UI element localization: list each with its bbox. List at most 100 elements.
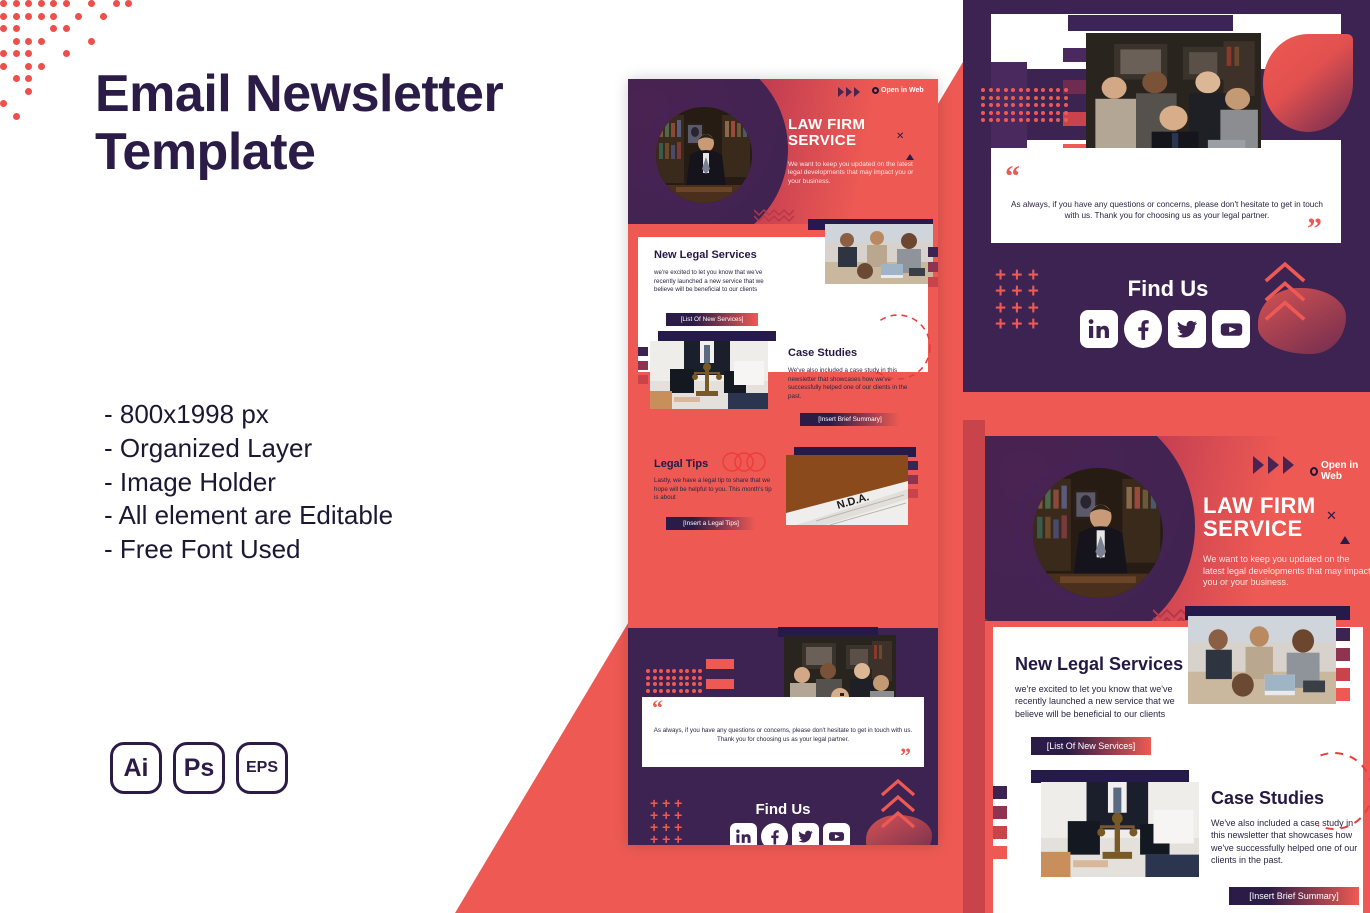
p3-side-chip (993, 846, 1007, 859)
p3-cta-insert-brief-summary[interactable]: [Insert Brief Summary] (1229, 887, 1359, 905)
preview-hero: Open in Web LAW FIRM SERVICE ✕ We want t… (628, 79, 938, 224)
youtube-icon[interactable] (823, 823, 850, 845)
dot (685, 682, 689, 686)
dot (672, 669, 676, 673)
p3-dashed-circle-decoration (1318, 750, 1370, 832)
linkedin-icon[interactable] (730, 823, 757, 845)
dot (989, 111, 993, 115)
quote-close-icon: ” (900, 743, 911, 769)
hero-photo-art (656, 107, 752, 203)
dot (698, 689, 702, 693)
p2-quote-close-icon: ” (1307, 212, 1322, 246)
p2-plus-grid: + + + + + + + + + + + + (995, 268, 1044, 333)
hero-title-line-2: SERVICE (788, 133, 865, 149)
dot (685, 689, 689, 693)
dot (679, 669, 683, 673)
cta-insert-a-legal-tips[interactable]: [Insert a Legal Tips] (666, 517, 756, 530)
dot (698, 682, 702, 686)
photo-accent-bar (658, 331, 776, 341)
dot (666, 676, 670, 680)
circle-icon (1310, 467, 1318, 476)
p3-photo-justice-art (1041, 782, 1199, 877)
chevron-decoration (838, 87, 860, 97)
p3-section-body-new-legal-services: we're excited to let you know that we've… (1015, 683, 1175, 720)
dot (25, 0, 32, 7)
youtube-icon[interactable] (1212, 310, 1250, 348)
dot (1064, 88, 1068, 92)
dot (88, 38, 95, 45)
dot (659, 676, 663, 680)
dot (0, 0, 7, 7)
twitter-icon[interactable] (1168, 310, 1206, 348)
dot (1004, 96, 1008, 100)
dot (13, 13, 20, 20)
dot (659, 689, 663, 693)
dot (1019, 96, 1023, 100)
dot (1011, 88, 1015, 92)
dot (38, 13, 45, 20)
dot (672, 682, 676, 686)
dot (38, 38, 45, 45)
dot (672, 676, 676, 680)
p2-photo-accent-bar (1068, 15, 1233, 31)
feature-list: - 800x1998 px - Organized Layer - Image … (104, 398, 584, 567)
p3-section-title-case-studies: Case Studies (1211, 788, 1324, 809)
dot (13, 0, 20, 7)
linkedin-icon[interactable] (1080, 310, 1118, 348)
photo-justice-statue-art (650, 341, 768, 409)
p3-side-chip (993, 826, 1007, 839)
p3-cta-list-of-new-services[interactable]: [List Of New Services] (1031, 737, 1151, 755)
cta-list-of-new-services[interactable]: [List Of New Services] (666, 313, 758, 326)
section-title-case-studies: Case Studies (788, 347, 857, 359)
open-in-web-link[interactable]: Open in Web (872, 87, 924, 94)
photo-side-chip (638, 361, 648, 370)
dot (1064, 103, 1068, 107)
dot (1056, 118, 1060, 122)
p3-side-chip (1336, 628, 1350, 641)
twitter-icon[interactable] (792, 823, 819, 845)
section-body-new-legal-services: we're excited to let you know that we've… (654, 269, 772, 295)
dot (63, 25, 70, 32)
photo-side-chip (928, 277, 938, 287)
dot (981, 96, 985, 100)
feature-item: - Image Holder (104, 466, 584, 500)
p3-hero-photo-art (1033, 468, 1163, 598)
p2-quote-text: As always, if you have any questions or … (1011, 199, 1323, 222)
quote-text: As always, if you have any questions or … (652, 727, 914, 744)
dot (1049, 96, 1053, 100)
p3-hero-title: LAW FIRM SERVICE (1203, 494, 1316, 541)
dot (1056, 111, 1060, 115)
dot (38, 0, 45, 7)
photo-justice-statue (650, 341, 768, 409)
dot (698, 669, 702, 673)
p3-side-chip (1336, 688, 1350, 701)
p3-side-chip (1336, 648, 1350, 661)
facebook-icon[interactable] (761, 823, 788, 845)
cta-insert-brief-summary[interactable]: [Insert Brief Summary] (800, 413, 900, 426)
p3-hero-title-line-1: LAW FIRM (1203, 494, 1316, 517)
dot (672, 689, 676, 693)
dot (1004, 118, 1008, 122)
dot (1041, 88, 1045, 92)
dot (1041, 96, 1045, 100)
dot (113, 0, 120, 7)
newsletter-preview-main: Open in Web LAW FIRM SERVICE ✕ We want t… (628, 79, 938, 845)
p3-open-in-web-link[interactable]: Open in Web (1310, 460, 1370, 482)
p3-x-decoration: ✕ (1326, 508, 1337, 524)
dot (989, 88, 993, 92)
dot (1034, 96, 1038, 100)
p3-hero: Open in Web LAW FIRM SERVICE ✕ We want t… (985, 436, 1370, 621)
dot (659, 669, 663, 673)
dot (1026, 118, 1030, 122)
photo-side-chip (638, 347, 648, 356)
p3-side-chip (993, 806, 1007, 819)
chevron-right-icon (1283, 456, 1294, 474)
photo-side-chip (638, 389, 648, 398)
poster-canvas: Email Newsletter Template - 800x1998 px … (0, 0, 1370, 913)
facebook-icon[interactable] (1124, 310, 1162, 348)
p3-hero-photo-lawyer (1033, 468, 1163, 598)
x-decoration: ✕ (896, 131, 904, 142)
p2-social-links (1080, 310, 1250, 348)
dot (996, 96, 1000, 100)
photo-side-chip (638, 375, 648, 384)
